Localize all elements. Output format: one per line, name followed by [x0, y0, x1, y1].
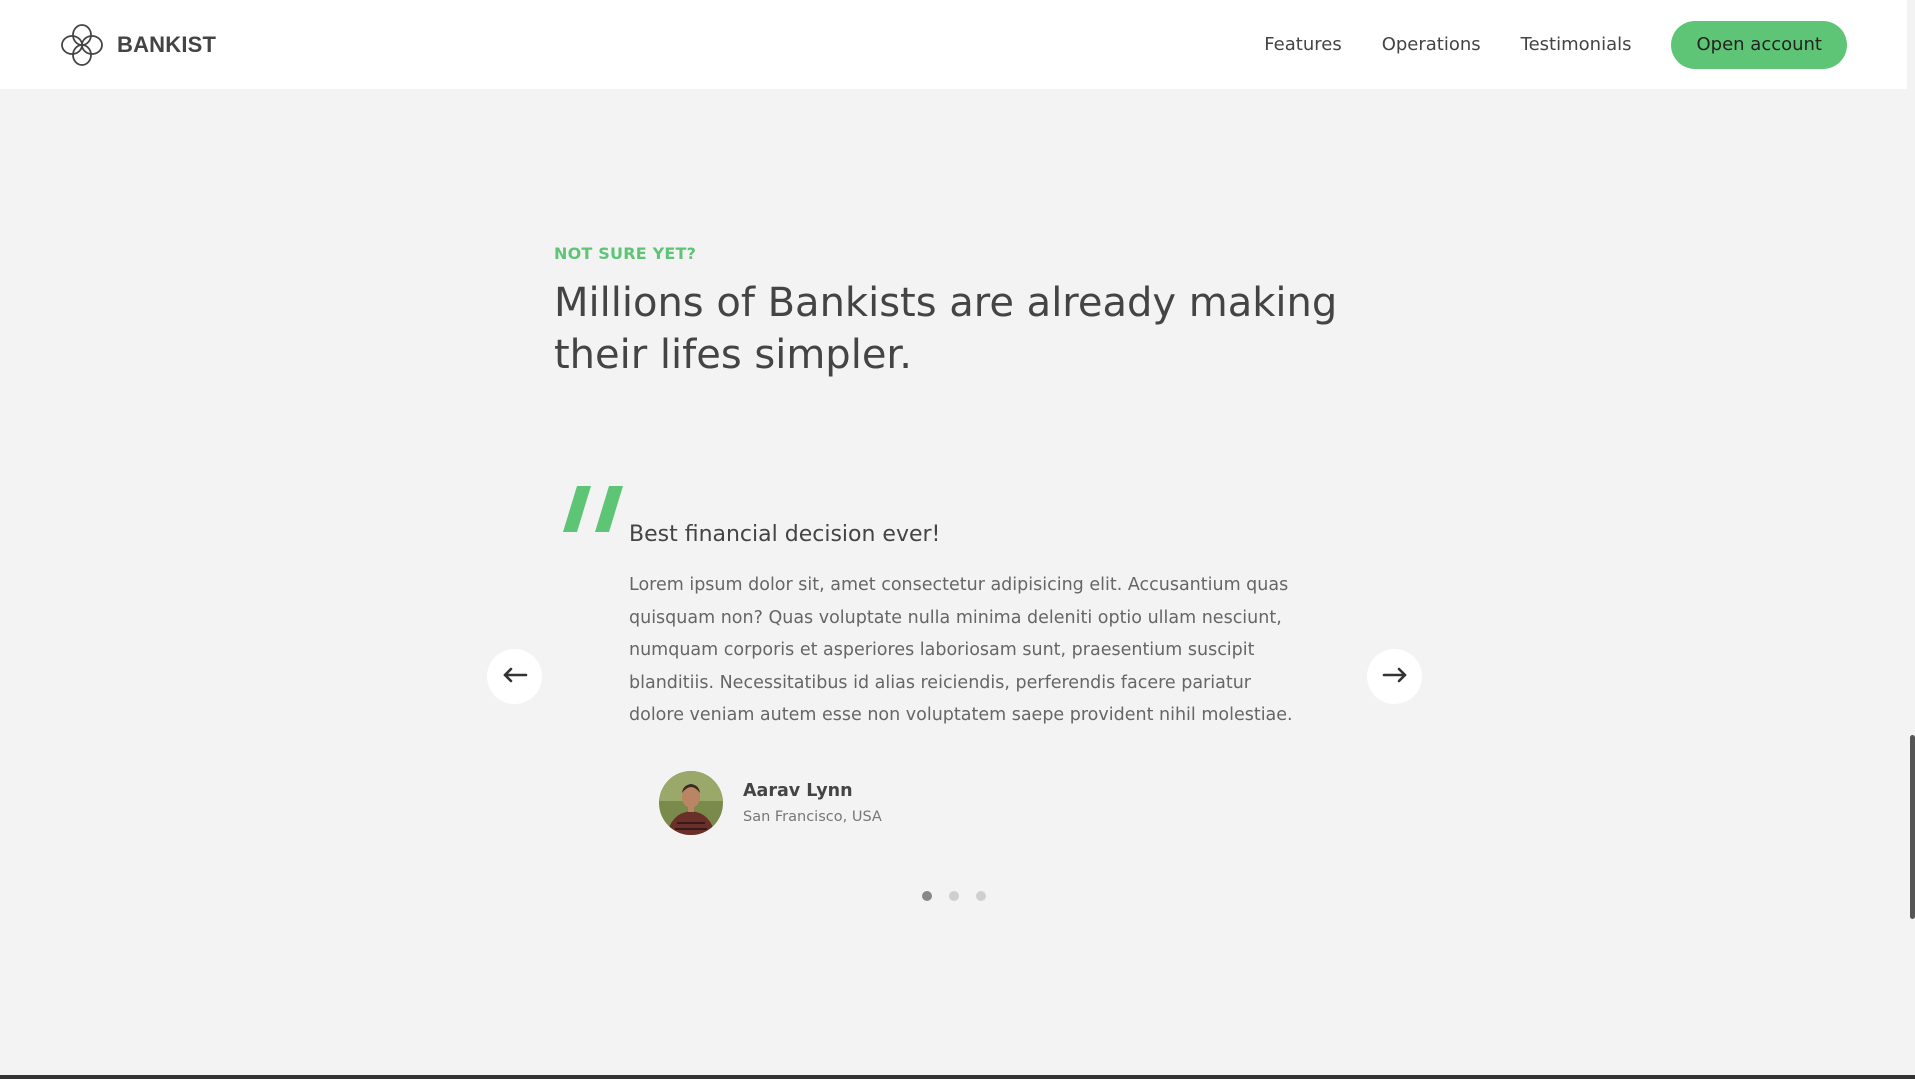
bankist-logo-icon [59, 22, 105, 68]
section-title-line-2: their lifes simpler. [554, 332, 912, 378]
section-title: Millions of Bankists are already making … [554, 277, 1374, 381]
testimonial-heading: Best financial decision ever! [629, 522, 941, 547]
section-title-line-1: Millions of Bankists are already making [554, 280, 1338, 326]
slider-dot-2[interactable] [949, 891, 959, 901]
quote-mark-icon [563, 486, 625, 538]
nav-link-features[interactable]: Features [1264, 34, 1341, 55]
nav-links: Features Operations Testimonials Open ac… [1264, 20, 1847, 69]
slider-dots [922, 891, 986, 901]
testimonials-section-header: Not sure yet? Millions of Bankists are a… [554, 244, 1374, 381]
brand[interactable]: BANKIST [59, 22, 216, 68]
author-location: San Francisco, USA [743, 809, 882, 825]
arrow-left-icon [502, 667, 528, 686]
nav-link-testimonials[interactable]: Testimonials [1521, 34, 1632, 55]
brand-name: BANKIST [117, 31, 217, 57]
nav-link-operations[interactable]: Operations [1382, 34, 1481, 55]
section-eyebrow: Not sure yet? [554, 244, 697, 263]
testimonial-text: Lorem ipsum dolor sit, amet consectetur … [629, 575, 1293, 725]
author-name: Aarav Lynn [743, 781, 853, 801]
slider-dot-3[interactable] [976, 891, 986, 901]
open-account-button[interactable]: Open account [1671, 20, 1847, 69]
arrow-right-icon [1382, 667, 1408, 686]
slider-next-button[interactable] [1367, 649, 1422, 704]
section-divider [0, 1075, 1915, 1079]
slider-prev-button[interactable] [487, 649, 542, 704]
top-nav: BANKIST Features Operations Testimonials… [0, 0, 1907, 89]
testimonial-author: Aarav Lynn San Francisco, USA [659, 771, 882, 835]
author-details: Aarav Lynn San Francisco, USA [743, 781, 882, 825]
page-scrollbar[interactable] [1910, 735, 1915, 919]
author-avatar [659, 771, 723, 835]
testimonial-slide: Best financial decision ever! Lorem ipsu… [629, 522, 1309, 732]
slider-dot-1[interactable] [922, 891, 932, 901]
